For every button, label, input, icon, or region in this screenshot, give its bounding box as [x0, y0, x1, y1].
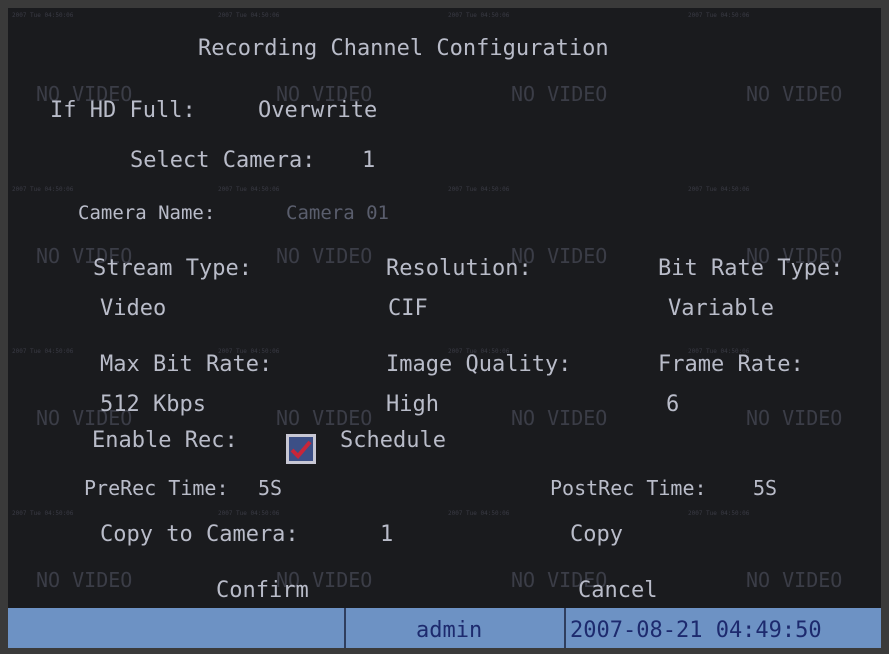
timestamp-overlay: 2007 Tue 04:50:06 [218, 510, 280, 517]
resolution-select[interactable]: CIF [388, 298, 428, 320]
image-quality-label: Image Quality: [386, 352, 572, 377]
postrec-select[interactable]: 5S [753, 478, 777, 498]
timestamp-overlay: 2007 Tue 04:50:06 [218, 186, 280, 193]
max-bit-rate-label: Max Bit Rate: [100, 352, 273, 377]
stream-type-select[interactable]: Video [100, 298, 166, 320]
frame-rate-select[interactable]: 6 [666, 394, 679, 416]
timestamp-overlay: 2007 Tue 04:50:06 [12, 186, 74, 193]
postrec-label: PostRec Time: [550, 476, 707, 500]
timestamp-overlay: 2007 Tue 04:50:06 [448, 186, 510, 193]
overwrite-select[interactable]: Overwrite [258, 100, 377, 122]
timestamp-overlay: 2007 Tue 04:50:06 [688, 12, 750, 19]
prerec-select[interactable]: 5S [258, 478, 282, 498]
dvr-screen: NO VIDEO NO VIDEO NO VIDEO NO VIDEO NO V… [8, 8, 881, 648]
copy-to-camera-label: Copy to Camera: [100, 522, 299, 547]
timestamp-overlay: 2007 Tue 04:50:06 [448, 510, 510, 517]
no-video-label: NO VIDEO [36, 568, 133, 592]
camera-name-label: Camera Name: [78, 202, 216, 224]
prerec-label: PreRec Time: [84, 476, 229, 500]
status-bar: admin 2007-08-21 04:49:50 [8, 608, 881, 648]
page-title: Recording Channel Configuration [198, 36, 609, 61]
copy-to-camera-select[interactable]: 1 [380, 524, 393, 546]
status-segment-datetime: 2007-08-21 04:49:50 [564, 608, 881, 648]
confirm-button[interactable]: Confirm [216, 580, 309, 602]
camera-name-field[interactable]: Camera 01 [286, 204, 389, 223]
select-camera-dropdown[interactable]: 1 [362, 150, 375, 172]
no-video-label: NO VIDEO [746, 406, 843, 430]
enable-rec-checkbox[interactable] [286, 434, 316, 464]
cancel-button[interactable]: Cancel [578, 580, 657, 602]
timestamp-overlay: 2007 Tue 04:50:06 [448, 12, 510, 19]
schedule-button[interactable]: Schedule [340, 430, 446, 452]
overwrite-label: If HD Full: [50, 98, 196, 123]
no-video-label: NO VIDEO [511, 82, 608, 106]
frame-rate-label: Frame Rate: [658, 352, 804, 377]
select-camera-label: Select Camera: [130, 148, 316, 173]
bit-rate-type-select[interactable]: Variable [668, 298, 774, 320]
timestamp-overlay: 2007 Tue 04:50:06 [12, 510, 74, 517]
timestamp-overlay: 2007 Tue 04:50:06 [688, 186, 750, 193]
timestamp-overlay: 2007 Tue 04:50:06 [12, 348, 74, 355]
status-segment-user: admin [344, 608, 564, 648]
timestamp-overlay: 2007 Tue 04:50:06 [218, 12, 280, 19]
enable-rec-label: Enable Rec: [92, 428, 238, 453]
no-video-label: NO VIDEO [746, 568, 843, 592]
stream-type-label: Stream Type: [93, 256, 252, 281]
copy-button[interactable]: Copy [570, 524, 623, 546]
timestamp-overlay: 2007 Tue 04:50:06 [12, 12, 74, 19]
no-video-label: NO VIDEO [276, 244, 373, 268]
resolution-label: Resolution: [386, 256, 532, 281]
no-video-label: NO VIDEO [511, 406, 608, 430]
max-bit-rate-select[interactable]: 512 Kbps [100, 394, 206, 416]
current-user: admin [416, 618, 483, 643]
bit-rate-type-label: Bit Rate Type: [658, 256, 844, 281]
image-quality-select[interactable]: High [386, 394, 439, 416]
datetime-display: 2007-08-21 04:49:50 [570, 618, 822, 643]
check-icon [290, 440, 312, 459]
status-segment [8, 608, 344, 648]
no-video-label: NO VIDEO [746, 82, 843, 106]
timestamp-overlay: 2007 Tue 04:50:06 [688, 510, 750, 517]
no-video-label: NO VIDEO [276, 406, 373, 430]
